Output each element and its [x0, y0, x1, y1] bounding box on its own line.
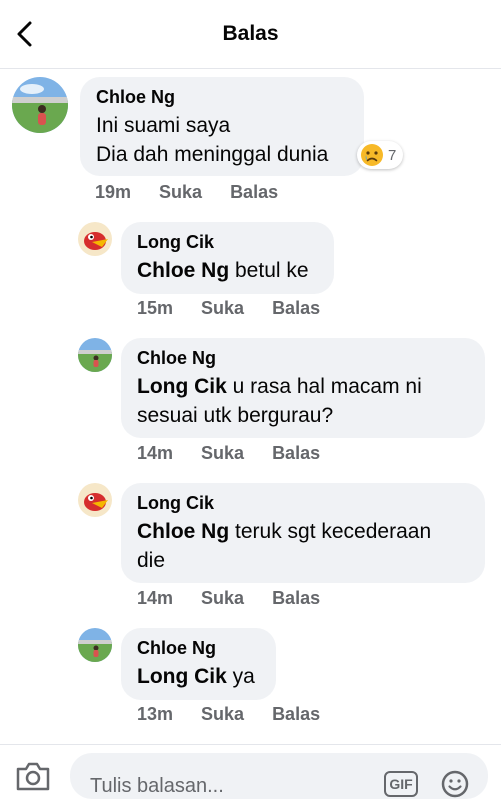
reaction-badge[interactable]: 7 [357, 141, 404, 169]
gif-button[interactable]: GIF [384, 771, 418, 797]
reply-button[interactable]: Balas [230, 182, 278, 203]
reply-input[interactable]: Tulis balasan... GIF [70, 753, 488, 799]
profile-photo-icon [78, 628, 112, 662]
like-button[interactable]: Suka [201, 588, 244, 609]
reply-button[interactable]: Balas [272, 704, 320, 725]
comment-time[interactable]: 14m [137, 588, 173, 609]
mention-link[interactable]: Chloe Ng [137, 520, 229, 543]
like-button[interactable]: Suka [201, 298, 244, 319]
reply-button[interactable]: Balas [272, 298, 320, 319]
smiley-icon [441, 770, 469, 798]
comment-author[interactable]: Long Cik [137, 232, 318, 253]
avatar-long-cik[interactable] [78, 483, 112, 517]
comment-time[interactable]: 14m [137, 443, 173, 464]
camera-button[interactable] [14, 761, 52, 796]
mention-link[interactable]: Chloe Ng [137, 259, 229, 282]
reply-composer: Tulis balasan... GIF [0, 744, 501, 799]
comment-body: betul ke [229, 259, 309, 282]
comment-text: Chloe Ng betul ke [137, 256, 318, 285]
comment-time[interactable]: 15m [137, 298, 173, 319]
comment-body: teruk sgt kecederaan [229, 520, 432, 543]
comment-bubble[interactable]: Chloe Ng Ini suami saya Dia dah meningga… [80, 77, 364, 176]
reply-button[interactable]: Balas [272, 588, 320, 609]
profile-photo-icon [78, 483, 112, 517]
profile-photo-icon [78, 338, 112, 372]
like-button[interactable]: Suka [201, 704, 244, 725]
comment-author[interactable]: Chloe Ng [137, 638, 260, 659]
comment-actions: 19m Suka Balas [95, 182, 306, 203]
comment-actions: 13m Suka Balas [137, 704, 348, 725]
comment-author[interactable]: Chloe Ng [96, 87, 348, 108]
comment-actions: 15m Suka Balas [137, 298, 348, 319]
comment-actions: 14m Suka Balas [137, 443, 348, 464]
comment-text: Long Cik ya [137, 662, 260, 691]
profile-photo-icon [78, 222, 112, 256]
comment-line: Dia dah meninggal dunia [96, 143, 329, 166]
comment-line: die [137, 549, 166, 572]
comment-time[interactable]: 13m [137, 704, 173, 725]
avatar-chloe-ng[interactable] [78, 628, 112, 662]
camera-icon [16, 762, 50, 791]
reply-button[interactable]: Balas [272, 443, 320, 464]
mention-link[interactable]: Long Cik [137, 375, 227, 398]
mention-link[interactable]: Long Cik [137, 665, 227, 688]
like-button[interactable]: Suka [201, 443, 244, 464]
comment-actions: 14m Suka Balas [137, 588, 348, 609]
comment-author[interactable]: Long Cik [137, 493, 469, 514]
emoji-button[interactable] [440, 769, 470, 804]
reaction-count: 7 [388, 146, 397, 164]
reply-input-placeholder[interactable]: Tulis balasan... [90, 775, 224, 798]
header-bar: Balas [0, 0, 501, 69]
comment-line: sesuai utk bergurau? [137, 404, 334, 427]
profile-photo-icon [12, 77, 68, 133]
avatar-chloe-ng[interactable] [78, 338, 112, 372]
comment-line: Ini suami saya [96, 114, 231, 137]
comment-bubble[interactable]: Long Cik Chloe Ng teruk sgt kecederaan d… [121, 483, 485, 583]
comment-bubble[interactable]: Chloe Ng Long Cik ya [121, 628, 276, 700]
comment-body: u rasa hal macam ni [226, 375, 422, 398]
comment-author[interactable]: Chloe Ng [137, 348, 469, 369]
sad-emoji-icon [361, 144, 383, 166]
avatar-long-cik[interactable] [78, 222, 112, 256]
page-title: Balas [222, 22, 279, 45]
comment-bubble[interactable]: Long Cik Chloe Ng betul ke [121, 222, 334, 294]
like-button[interactable]: Suka [159, 182, 202, 203]
avatar-chloe-ng[interactable] [12, 77, 68, 133]
comment-text: Chloe Ng teruk sgt kecederaan [137, 517, 469, 546]
comment-time[interactable]: 19m [95, 182, 131, 203]
comment-text: Long Cik u rasa hal macam ni [137, 372, 469, 401]
comment-bubble[interactable]: Chloe Ng Long Cik u rasa hal macam ni se… [121, 338, 485, 438]
comment-body: ya [226, 665, 255, 688]
